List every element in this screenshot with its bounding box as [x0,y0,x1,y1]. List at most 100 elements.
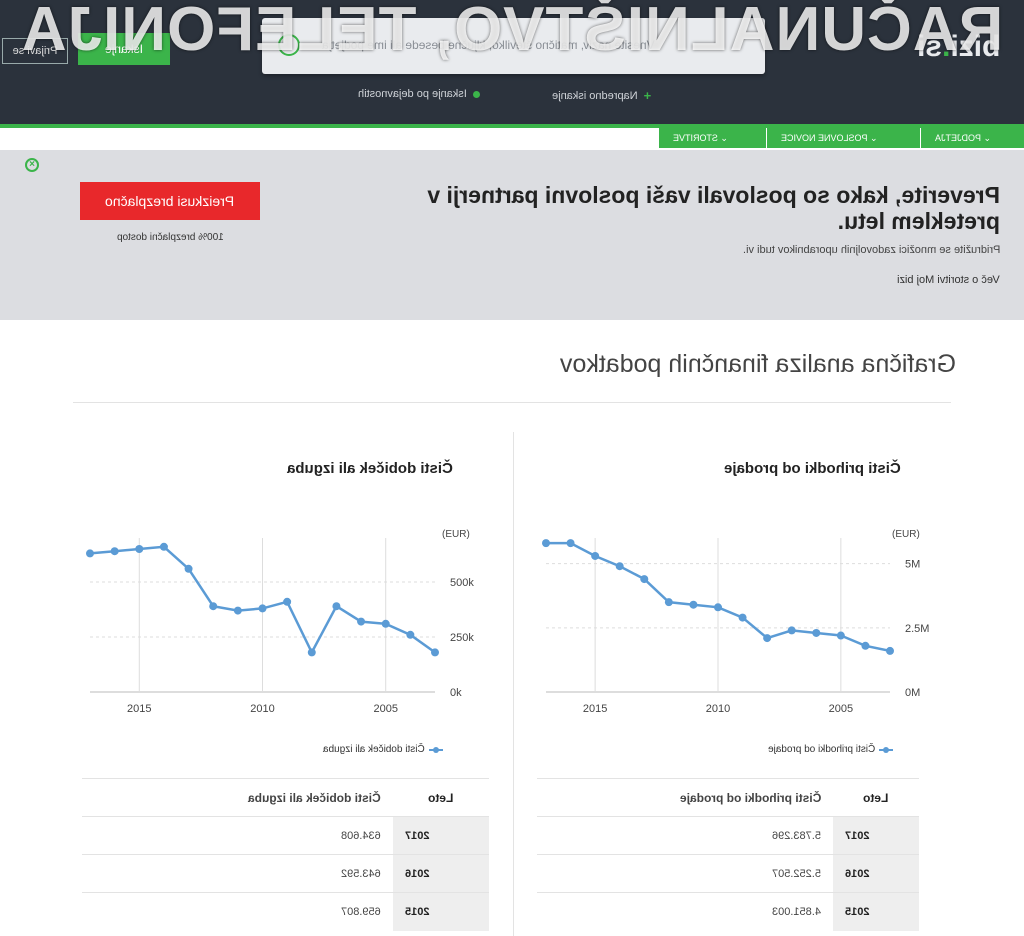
try-free-label: Preizkusi brezplačno [105,193,235,209]
table-row: 643.592 2016 [82,854,489,893]
axis-unit-label: (EUR) [442,529,470,540]
legend-marker-icon [879,746,894,754]
close-icon[interactable]: × [25,158,39,172]
x-tick-label: 2005 [373,703,397,715]
table-cell-value: 634.608 [82,816,393,855]
data-point[interactable] [542,539,550,548]
revenue-chart-title: Čisti prihodki od prodaje [724,460,901,477]
data-point[interactable] [184,564,193,573]
plus-icon: + [643,88,652,103]
table-cell-year: 2015 [393,892,489,931]
legend-marker-icon [428,746,443,754]
data-point[interactable] [209,602,218,611]
data-point[interactable] [110,547,119,556]
logo-text: bizi [950,30,1000,63]
table-row: 5.783.296 2017 [537,816,919,855]
revenue-legend[interactable]: Čisti prihodki od prodaje [768,744,894,755]
table-header-row: Čisti dobiček ali izguba Leto [82,778,489,817]
table-row: 634.608 2017 [82,816,489,855]
data-point[interactable] [357,617,366,626]
data-point[interactable] [258,604,267,613]
data-point[interactable] [615,562,624,571]
y-tick-label: 250k [450,632,474,644]
data-point[interactable] [233,606,242,615]
x-tick-label: 2010 [706,703,730,715]
table-cell-value: 659.807 [82,892,393,931]
table-header-row: Čisti prihodki od prodaje Leto [537,778,919,817]
tab-poslovne-novice[interactable]: POSLOVNE NOVICE ⌄ [766,128,920,148]
data-point[interactable] [431,648,439,657]
activity-search-link[interactable]: Iskanje po dejavnostih [358,88,480,100]
x-tick-label: 2010 [250,703,274,715]
promo-more-link[interactable]: Več o storitvi Moj bizi [897,274,1000,286]
table-cell-value: 5.783.296 [537,816,833,855]
logo-suffix: si [916,30,942,63]
data-point[interactable] [836,631,845,640]
advanced-search-label: Napredno iskanje [552,89,638,102]
data-point[interactable] [283,597,292,606]
advanced-search-link[interactable]: Napredno iskanje + [552,88,651,103]
data-point[interactable] [86,549,94,558]
data-point[interactable] [714,603,722,612]
profit-chart: (EUR) 0k 250k 500k 2005 2010 2015 [86,529,474,715]
profit-legend[interactable]: Čisti dobiček ali izguba [323,744,443,755]
axis-unit-label: (EUR) [892,529,920,540]
x-tick-label: 2005 [829,703,853,715]
table-cell-year: 2017 [833,816,919,855]
dot-icon [472,90,480,98]
data-point[interactable] [159,542,168,551]
data-point[interactable] [886,646,894,655]
main-tabs: PODJETJA ⌄ POSLOVNE NOVICE ⌄ STORITVE ⌄ [658,128,1024,148]
x-tick-label: 2015 [583,703,607,715]
revenue-table: Čisti prihodki od prodaje Leto 5.783.296… [537,778,919,931]
year-column-header: Leto [833,778,919,817]
table-cell-year: 2016 [393,854,489,893]
profit-legend-label: Čisti dobiček ali izguba [323,744,425,755]
data-point[interactable] [332,602,341,611]
tab-storitve[interactable]: STORITVE ⌄ [658,128,766,148]
data-point[interactable] [763,634,772,643]
data-point[interactable] [861,641,870,650]
profit-chart-title: Čisti dobiček ali izguba [287,460,453,477]
data-point[interactable] [307,648,316,657]
login-button[interactable]: Prijavi se [2,38,68,64]
search-placeholder: Vnesite naziv, matično številko, ključne… [322,38,655,52]
profit-table: Čisti dobiček ali izguba Leto 634.608 20… [82,778,489,931]
data-point[interactable] [135,545,144,553]
data-point[interactable] [566,539,575,548]
x-tick-label: 2015 [127,703,151,715]
free-access-note: 100% brezplačni dostop [116,232,224,243]
section-title: Grafična analiza finančnih podatkov [559,350,956,378]
bizi-logo[interactable]: bizi.si [917,30,1000,64]
year-column-header: Leto [393,778,489,817]
table-cell-value: 4.851.003 [537,892,833,931]
y-tick-label: 0k [450,687,462,699]
data-point[interactable] [381,619,390,628]
table-row: 4.851.003 2015 [537,892,919,931]
try-free-button[interactable]: Preizkusi brezplačno [80,182,260,220]
tab-podjetja[interactable]: PODJETJA ⌄ [920,128,1024,148]
revenue-chart: (EUR) 0M 2.5M 5M 2005 2010 2015 [542,529,929,715]
data-point[interactable] [689,600,698,609]
table-cell-year: 2016 [833,854,919,893]
table-row: 5.252.507 2016 [537,854,919,893]
data-point[interactable] [591,551,600,560]
value-column-header: Čisti dobiček ali izguba [82,778,393,817]
section-divider [73,402,951,403]
data-point[interactable] [787,626,796,635]
search-button[interactable]: Iskanje [78,33,170,65]
y-tick-label: 5M [905,559,920,571]
search-icon[interactable] [278,34,300,56]
table-row: 659.807 2015 [82,892,489,931]
value-column-header: Čisti prihodki od prodaje [537,778,833,817]
table-cell-value: 643.592 [82,854,393,893]
search-input[interactable]: Vnesite naziv, matično številko, ključne… [262,18,765,74]
data-point[interactable] [812,628,821,637]
promo-title: Preverite, kako so poslovali vaši poslov… [427,182,1000,234]
y-tick-label: 500k [450,577,474,589]
data-point[interactable] [640,575,649,584]
column-divider [513,432,514,936]
data-point[interactable] [406,630,415,639]
data-point[interactable] [738,613,747,622]
data-point[interactable] [664,598,673,607]
